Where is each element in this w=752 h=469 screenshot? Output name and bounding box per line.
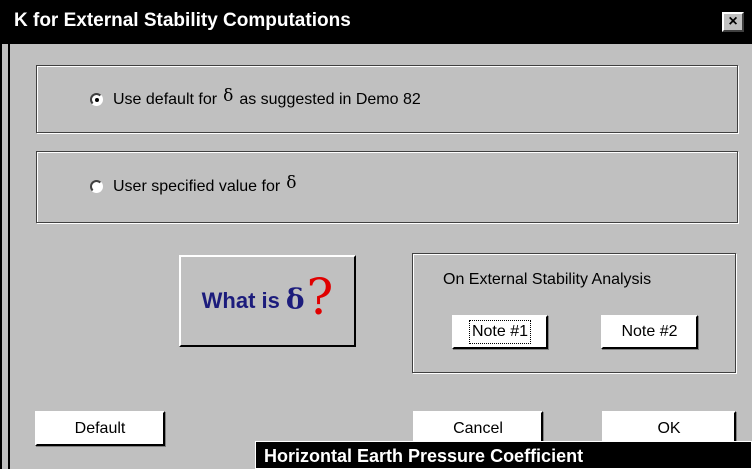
what-is-label: What is: [201, 288, 280, 313]
delta-symbol: δ: [285, 282, 305, 316]
tooltip: Horizontal Earth Pressure Coefficient: [255, 441, 752, 469]
delta-symbol: δ: [223, 86, 234, 106]
close-button[interactable]: ×: [722, 12, 744, 32]
window-left-edge: [0, 44, 10, 469]
default-button[interactable]: Default: [35, 411, 165, 446]
user-option-radio-row[interactable]: User specified value for δ: [90, 173, 302, 196]
default-option-label: Use default for δ as suggested in Demo 82: [113, 86, 421, 108]
note-2-button[interactable]: Note #2: [601, 315, 698, 349]
note-1-button[interactable]: Note #1: [452, 315, 548, 349]
user-option-label: User specified value for δ: [113, 173, 297, 195]
question-mark-icon: ?: [306, 268, 334, 326]
delta-symbol: δ: [286, 173, 297, 193]
tooltip-text: Horizontal Earth Pressure Coefficient: [264, 446, 584, 466]
default-option-radio[interactable]: [90, 92, 103, 106]
default-option-radio-row[interactable]: Use default for δ as suggested in Demo 82: [90, 86, 421, 109]
window-title: K for External Stability Computations: [14, 10, 351, 31]
user-option-radio[interactable]: [90, 179, 103, 193]
notes-group-title: On External Stability Analysis: [443, 271, 652, 288]
close-icon: ×: [728, 13, 738, 30]
title-bar: K for External Stability Computations ×: [0, 0, 752, 44]
what-is-delta-button[interactable]: What is δ ?: [179, 255, 356, 347]
